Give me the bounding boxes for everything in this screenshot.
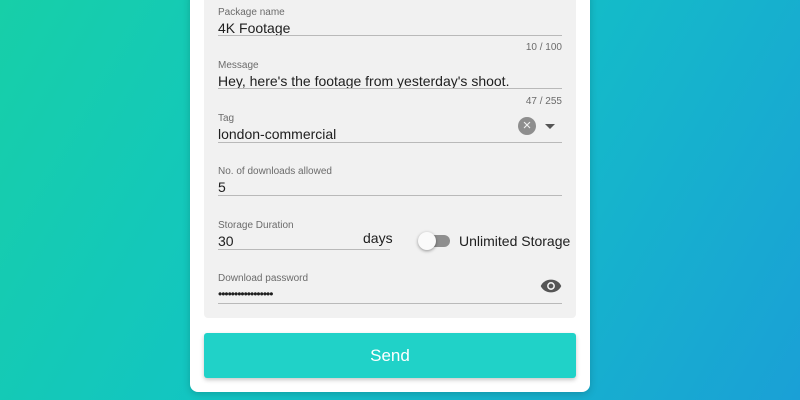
- package-name-field[interactable]: Package name 4K Footage: [218, 7, 290, 37]
- clear-tag-icon[interactable]: ×: [518, 117, 536, 135]
- password-underline: [218, 303, 562, 304]
- unlimited-storage-toggle[interactable]: [418, 232, 450, 250]
- downloads-label: No. of downloads allowed: [218, 166, 332, 177]
- unlimited-storage-label: Unlimited Storage: [459, 233, 571, 249]
- downloads-input[interactable]: 5: [218, 178, 332, 196]
- message-underline: [218, 88, 562, 89]
- send-package-card: Package name 4K Footage 10 / 100 Message…: [190, 0, 590, 392]
- password-input[interactable]: •••••••••••••••••: [218, 287, 308, 301]
- storage-duration-label: Storage Duration: [218, 220, 294, 231]
- downloads-field[interactable]: No. of downloads allowed 5: [218, 166, 332, 196]
- package-name-counter: 10 / 100: [525, 42, 562, 53]
- tag-label: Tag: [218, 113, 235, 124]
- tag-field[interactable]: Tag london-commercial: [218, 113, 336, 143]
- password-field[interactable]: Download password •••••••••••••••••: [218, 273, 308, 301]
- storage-unit-label: days: [363, 230, 393, 246]
- message-label: Message: [218, 60, 259, 71]
- send-button[interactable]: Send: [204, 333, 576, 378]
- message-counter: 47 / 255: [525, 96, 562, 107]
- eye-icon[interactable]: [540, 278, 562, 294]
- password-label: Download password: [218, 273, 309, 284]
- storage-duration-underline: [218, 249, 390, 250]
- chevron-down-icon[interactable]: [545, 124, 555, 129]
- package-name-label: Package name: [218, 7, 285, 18]
- tag-select[interactable]: london-commercial: [218, 125, 336, 143]
- tag-underline: [218, 142, 562, 143]
- downloads-underline: [218, 195, 562, 196]
- message-field[interactable]: Message Hey, here's the footage from yes…: [218, 60, 509, 90]
- toggle-knob[interactable]: [418, 232, 436, 250]
- storage-duration-input[interactable]: 30: [218, 232, 294, 250]
- form-panel: Package name 4K Footage 10 / 100 Message…: [204, 0, 576, 318]
- storage-duration-field[interactable]: Storage Duration 30: [218, 220, 294, 250]
- package-name-underline: [218, 35, 562, 36]
